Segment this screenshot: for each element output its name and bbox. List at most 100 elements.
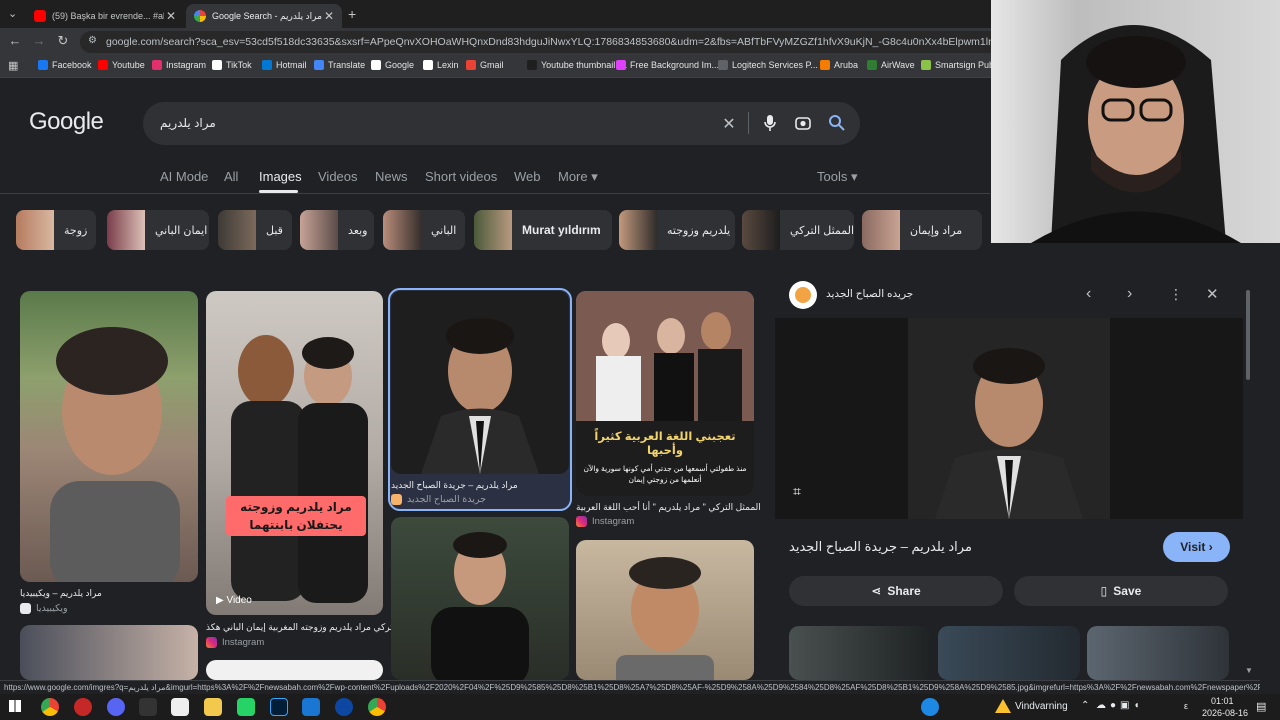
tab-youtube[interactable]: (59) Başka bir evrende... #akım ✕ <box>26 4 184 28</box>
tab-all[interactable]: All <box>224 169 238 184</box>
close-panel-icon[interactable]: ✕ <box>1206 285 1219 303</box>
site-info-icon[interactable]: ⚙ <box>88 35 97 46</box>
result-image-1[interactable] <box>20 291 198 582</box>
tab-images[interactable]: Images <box>259 169 302 184</box>
panel-scrollbar[interactable] <box>1246 290 1250 380</box>
app-taskbar-icon[interactable] <box>335 698 353 716</box>
result-caption-3[interactable]: مراد يلدريم – جريدة الصباح الجديد <box>391 480 518 491</box>
tab-short-videos[interactable]: Short videos <box>425 169 497 184</box>
bookmark-item[interactable]: Hotmail <box>262 60 307 70</box>
input-language[interactable]: ε <box>1184 701 1188 711</box>
tray-chevron-icon[interactable]: ⌃ <box>1081 700 1089 711</box>
related-image-1[interactable] <box>789 626 931 680</box>
bookmark-item[interactable]: Youtube thumbnail l... <box>527 60 627 70</box>
tab-ai-mode[interactable]: AI Mode <box>160 169 208 184</box>
result-caption-1[interactable]: مراد يلدريم – ويكيبيديا <box>20 588 102 599</box>
tools-button[interactable]: Tools ▾ <box>817 169 858 185</box>
result-image-3[interactable] <box>391 291 569 474</box>
bookmark-item[interactable]: AirWave <box>867 60 915 70</box>
share-button[interactable]: ⋖ Share <box>789 576 1003 606</box>
result-caption-2[interactable]: التركي مراد يلدريم وزوجته المغربية إيمان… <box>206 622 403 633</box>
clock-time[interactable]: 01:01 <box>1211 696 1234 706</box>
back-icon[interactable]: ← <box>6 33 24 48</box>
result-source-3[interactable]: جريدة الصباح الجديد <box>391 494 486 505</box>
result-image-7[interactable] <box>391 517 569 680</box>
microphone-icon[interactable] <box>760 114 780 137</box>
result-image-8[interactable] <box>576 540 754 680</box>
bookmark-item[interactable]: Google <box>371 60 414 70</box>
apps-grid-icon[interactable]: ▦ <box>8 59 18 72</box>
more-options-icon[interactable]: ⋮ <box>1169 286 1183 303</box>
close-tab-icon[interactable]: ✕ <box>166 9 176 23</box>
clear-search-icon[interactable]: ✕ <box>719 114 739 134</box>
result-image-4[interactable]: تعجبني اللغة العربية كثيراً وأحبها منذ ط… <box>576 291 754 496</box>
search-icon[interactable] <box>826 114 846 136</box>
photoshop-taskbar-icon[interactable] <box>270 698 288 716</box>
forward-icon[interactable]: → <box>30 33 48 48</box>
bookmark-item[interactable]: Free Background Im... <box>616 60 719 70</box>
tab-videos[interactable]: Videos <box>318 169 358 184</box>
help-taskbar-icon[interactable] <box>921 698 939 716</box>
visit-button[interactable]: Visit › <box>1163 532 1230 562</box>
result-image-6[interactable] <box>206 660 383 680</box>
result-source-4[interactable]: Instagram <box>576 516 634 527</box>
file-explorer-taskbar-icon[interactable] <box>204 698 222 716</box>
bookmark-item[interactable]: Youtube <box>98 60 145 70</box>
app-taskbar-icon[interactable] <box>302 698 320 716</box>
reload-icon[interactable]: ↻ <box>54 33 72 49</box>
chrome-taskbar-icon[interactable] <box>41 698 59 716</box>
result-image-5[interactable] <box>20 625 198 680</box>
chip-before[interactable]: قبل <box>218 210 292 250</box>
bookmark-item[interactable]: Smartsign Publ <box>921 60 996 70</box>
related-image-2[interactable] <box>938 626 1080 680</box>
tab-more[interactable]: More ▾ <box>558 169 598 185</box>
app-taskbar-icon[interactable] <box>139 698 157 716</box>
chip-turkish-actor[interactable]: الممثل التركي <box>742 210 854 250</box>
lens-search-icon[interactable]: ⌗ <box>793 483 801 500</box>
bookmark-item[interactable]: Translate <box>314 60 365 70</box>
capcut-taskbar-icon[interactable] <box>171 698 189 716</box>
bookmark-item[interactable]: Logitech Services P... <box>718 60 818 70</box>
tab-google-search[interactable]: Google Search - مراد يلدريم ✕ <box>186 4 342 28</box>
chip-murat-yildirim[interactable]: Murat yıldırım <box>474 210 612 250</box>
chip-after[interactable]: وبعد <box>300 210 374 250</box>
chip-iman-albani[interactable]: ايمان الباني <box>107 210 209 250</box>
result-source-2[interactable]: Instagram <box>206 637 264 648</box>
search-box[interactable] <box>143 102 860 145</box>
tray-icons[interactable]: ☁●▣◖ <box>1096 700 1144 711</box>
bookmark-item[interactable]: Instagram <box>152 60 206 70</box>
new-tab-button[interactable]: + <box>348 6 356 22</box>
tab-web[interactable]: Web <box>514 169 541 184</box>
panel-title[interactable]: مراد يلدريم – جريدة الصباح الجديد <box>789 539 972 555</box>
save-button[interactable]: ▯ Save <box>1014 576 1228 606</box>
related-image-3[interactable] <box>1087 626 1229 680</box>
previous-result-icon[interactable]: ‹ <box>1086 285 1091 303</box>
tab-search-menu-icon[interactable]: ⌄ <box>8 7 17 20</box>
weather-alert-label[interactable]: Vindvarning <box>1015 701 1068 712</box>
chrome-taskbar-icon[interactable] <box>368 698 386 716</box>
app-taskbar-icon[interactable] <box>74 698 92 716</box>
notifications-icon[interactable]: ▤ <box>1256 700 1266 713</box>
bookmark-item[interactable]: Lexin <box>423 60 459 70</box>
result-caption-4[interactable]: الممثل التركي " مراد يلدريم " أنا أحب ال… <box>576 502 761 513</box>
chip-yildirim-and-wife[interactable]: يلدريم وزوجته <box>619 210 735 250</box>
chip-albani[interactable]: الباني <box>383 210 465 250</box>
page-scrollbar-down-icon[interactable]: ▼ <box>1245 666 1253 675</box>
search-input[interactable]: مراد يلدريم <box>160 116 216 130</box>
chip-murat-and-iman[interactable]: مراد وإيمان <box>862 210 982 250</box>
chip-wife[interactable]: زوجة <box>16 210 96 250</box>
result-source-1[interactable]: ويكيبيديا <box>20 603 68 614</box>
tab-news[interactable]: News <box>375 169 408 184</box>
panel-source-name[interactable]: جريده الصباح الجديد <box>826 288 913 300</box>
bookmark-item[interactable]: Gmail <box>466 60 504 70</box>
preview-image[interactable]: ⌗ <box>775 318 1243 519</box>
bookmark-item[interactable]: Facebook <box>38 60 92 70</box>
result-image-2[interactable]: مراد يلدريم وزوجته يحتفلان بابنتهما ▶ Vi… <box>206 291 383 615</box>
close-tab-icon[interactable]: ✕ <box>324 9 334 23</box>
lens-camera-icon[interactable] <box>793 114 813 137</box>
whatsapp-taskbar-icon[interactable] <box>237 698 255 716</box>
google-logo[interactable]: Google <box>29 108 104 136</box>
address-bar[interactable]: google.com/search?sca_esv=53cd5f518dc336… <box>80 31 1000 53</box>
bookmark-item[interactable]: Aruba <box>820 60 858 70</box>
bookmark-item[interactable]: TikTok <box>212 60 252 70</box>
